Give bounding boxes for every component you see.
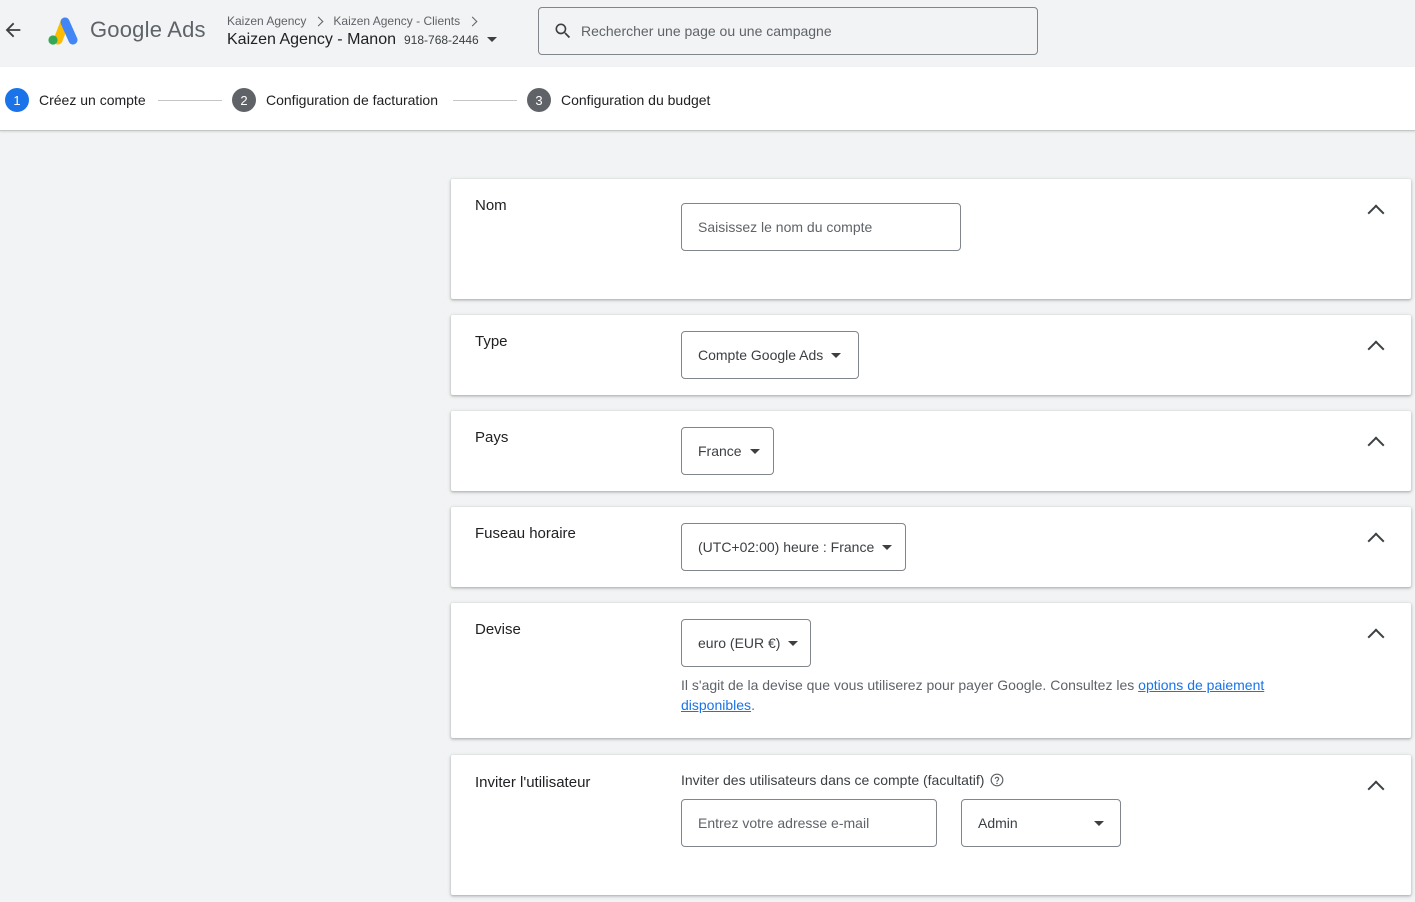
invite-email-field[interactable] (681, 799, 937, 847)
dropdown-caret-icon (831, 352, 842, 358)
step-billing-setup[interactable]: 2 Configuration de facturation (232, 88, 438, 112)
dropdown-value: Admin (978, 815, 1018, 831)
step-label: Configuration de facturation (266, 92, 438, 108)
timezone-dropdown[interactable]: (UTC+02:00) heure : France (681, 523, 906, 571)
stepper: 1 Créez un compte 2 Configuration de fac… (0, 67, 1415, 131)
account-id: 918-768-2446 (404, 33, 479, 47)
helper-text: Il s'agit de la devise que vous utiliser… (681, 677, 1139, 693)
account-name-field[interactable] (681, 203, 961, 251)
section-currency: Devise euro (EUR €) Il s'agit de la devi… (451, 603, 1411, 738)
top-bar: Google Ads Kaizen Agency Kaizen Agency -… (0, 0, 1415, 66)
account-selector[interactable]: Kaizen Agency - Manon 918-768-2446 (227, 31, 497, 49)
section-title: Inviter l'utilisateur (475, 774, 591, 791)
helper-end: . (751, 697, 755, 713)
role-dropdown[interactable]: Admin (961, 799, 1121, 847)
step-label: Configuration du budget (561, 92, 711, 108)
section-title: Pays (475, 429, 509, 446)
section-title: Nom (475, 197, 507, 214)
section-title: Devise (475, 621, 521, 638)
chevron-right-icon (467, 16, 478, 26)
invite-label-text: Inviter des utilisateurs dans ce compte … (681, 772, 985, 788)
chevron-up-icon[interactable] (1367, 201, 1385, 219)
google-ads-logo-icon (48, 17, 78, 45)
step-number: 2 (232, 88, 256, 112)
chevron-up-icon[interactable] (1367, 337, 1385, 355)
section-name: Nom (451, 179, 1411, 299)
dropdown-caret-icon (486, 37, 497, 42)
section-country: Pays France (451, 411, 1411, 491)
email-input[interactable] (698, 815, 936, 831)
breadcrumb-item-clients[interactable]: Kaizen Agency - Clients (333, 14, 460, 28)
account-name: Kaizen Agency - Manon (227, 31, 396, 48)
section-title: Type (475, 333, 508, 350)
dropdown-caret-icon (749, 448, 760, 454)
breadcrumb-item-agency[interactable]: Kaizen Agency (227, 14, 306, 28)
step-budget-setup[interactable]: 3 Configuration du budget (527, 88, 710, 112)
dropdown-caret-icon (788, 640, 799, 646)
section-invite-user: Inviter l'utilisateur Inviter des utilis… (451, 755, 1411, 895)
breadcrumb: Kaizen Agency Kaizen Agency - Clients (227, 14, 487, 28)
currency-dropdown[interactable]: euro (EUR €) (681, 619, 811, 667)
step-number: 3 (527, 88, 551, 112)
step-create-account[interactable]: 1 Créez un compte (5, 88, 146, 112)
dropdown-caret-icon (1094, 821, 1104, 826)
dropdown-value: (UTC+02:00) heure : France (698, 539, 875, 555)
step-label: Créez un compte (39, 92, 146, 108)
chevron-up-icon[interactable] (1367, 777, 1385, 795)
chevron-up-icon[interactable] (1367, 529, 1385, 547)
search-box[interactable] (538, 7, 1038, 55)
invite-label: Inviter des utilisateurs dans ce compte … (681, 772, 1004, 788)
dropdown-value: France (698, 443, 742, 459)
search-input[interactable] (581, 23, 1021, 39)
step-divider (453, 100, 517, 101)
chevron-up-icon[interactable] (1367, 625, 1385, 643)
section-type: Type Compte Google Ads (451, 315, 1411, 395)
currency-helper-text: Il s'agit de la devise que vous utiliser… (681, 675, 1321, 715)
dropdown-value: Compte Google Ads (698, 347, 824, 363)
type-dropdown[interactable]: Compte Google Ads (681, 331, 859, 379)
country-dropdown[interactable]: France (681, 427, 774, 475)
account-name-input[interactable] (698, 219, 960, 235)
step-divider (158, 100, 222, 101)
chevron-up-icon[interactable] (1367, 433, 1385, 451)
section-timezone: Fuseau horaire (UTC+02:00) heure : Franc… (451, 507, 1411, 587)
section-title: Fuseau horaire (475, 525, 576, 542)
back-arrow-icon[interactable] (2, 19, 24, 41)
search-icon (555, 23, 571, 39)
dropdown-caret-icon (882, 544, 893, 550)
app-name: Google Ads (90, 17, 206, 42)
dropdown-value: euro (EUR €) (698, 635, 781, 651)
step-number: 1 (5, 88, 29, 112)
help-circle-icon[interactable] (990, 773, 1004, 787)
chevron-right-icon (313, 16, 324, 26)
